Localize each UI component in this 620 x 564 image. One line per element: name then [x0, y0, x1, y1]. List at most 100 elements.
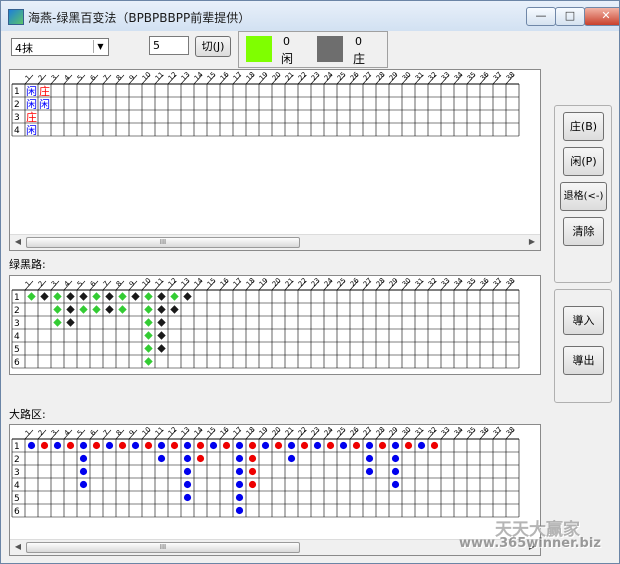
minimize-button[interactable]: — — [526, 7, 556, 26]
column-header: 13 — [180, 276, 192, 288]
cut-button[interactable]: 切(J) — [195, 36, 231, 57]
column-header: 21 — [284, 425, 296, 437]
window-title: 海燕-绿黑百变法（BPBPBBPP前辈提供） — [28, 11, 251, 25]
black-diamond — [105, 305, 114, 314]
export-button[interactable]: 導出 — [563, 346, 604, 375]
backspace-button[interactable]: 退格(<-) — [560, 182, 607, 211]
green-black-road-label: 绿黑路: — [9, 258, 46, 271]
blue-dot — [209, 441, 218, 450]
column-header: 16 — [219, 276, 231, 288]
count-input[interactable]: 5 — [149, 36, 189, 55]
player-label: 闲 — [281, 52, 294, 66]
green-black-road-grid: 1 2 3 4 5 6 7 8 9 10 11 12 13 14 15 16 17 18 19 20 21 22 23 24 2… — [11, 276, 520, 369]
column-header: 32 — [427, 70, 439, 82]
column-header: 16 — [219, 425, 231, 437]
blue-dot — [79, 441, 88, 450]
column-header: 34 — [453, 276, 465, 288]
scroll-thumb[interactable]: III — [26, 237, 300, 248]
column-header: 2 — [37, 429, 46, 438]
scroll-right-icon[interactable]: ▶ — [525, 236, 539, 248]
column-header: 23 — [310, 70, 322, 82]
red-dot — [196, 454, 205, 463]
column-header: 14 — [193, 70, 205, 82]
column-header: 6 — [89, 73, 98, 82]
close-button[interactable]: ✕ — [584, 7, 619, 26]
row-label: 5 — [14, 345, 20, 355]
column-header: 8 — [115, 74, 124, 83]
column-header: 11 — [154, 425, 166, 437]
banker-button[interactable]: 庄(B) — [563, 112, 604, 141]
column-header: 33 — [440, 70, 452, 82]
column-header: 25 — [336, 425, 348, 437]
clear-button[interactable]: 清除 — [563, 217, 604, 246]
column-header: 2 — [37, 74, 46, 83]
blue-dot — [183, 493, 192, 502]
green-diamond — [79, 305, 88, 314]
pattern-select[interactable]: 4抹 ▼ — [11, 38, 109, 56]
blue-dot — [79, 480, 88, 489]
column-header: 36 — [479, 425, 491, 437]
title-bar[interactable]: 海燕-绿黑百变法（BPBPBBPP前辈提供） — □ ✕ — [1, 1, 619, 31]
row-label: 3 — [14, 468, 20, 478]
row-label: 2 — [14, 455, 20, 465]
row-label: 4 — [14, 126, 20, 136]
blue-dot — [365, 454, 374, 463]
column-header: 37 — [492, 425, 504, 437]
chevron-down-icon[interactable]: ▼ — [93, 40, 107, 53]
green-diamond — [170, 292, 179, 301]
column-header: 17 — [232, 425, 244, 437]
scroll-left-icon[interactable]: ◀ — [11, 236, 25, 248]
column-header: 38 — [505, 425, 517, 437]
scroll-thumb[interactable]: III — [26, 542, 300, 553]
black-diamond — [157, 305, 166, 314]
red-dot — [222, 441, 231, 450]
blue-dot — [287, 454, 296, 463]
column-header: 27 — [362, 70, 374, 82]
column-header: 15 — [206, 276, 218, 288]
input-grid-scrollbar[interactable]: ◀ III ▶ — [10, 234, 540, 250]
column-header: 28 — [375, 70, 387, 82]
column-header: 34 — [453, 425, 465, 437]
blue-dot — [157, 454, 166, 463]
blue-dot — [365, 441, 374, 450]
column-header: 12 — [167, 425, 179, 437]
red-dot — [326, 441, 335, 450]
row-label: 4 — [14, 332, 20, 342]
banker-swatch — [317, 36, 343, 62]
banker-label: 庄 — [353, 52, 366, 66]
black-diamond — [157, 331, 166, 340]
maximize-button[interactable]: □ — [555, 7, 585, 26]
app-window: 海燕-绿黑百变法（BPBPBBPP前辈提供） — □ ✕ 4抹 ▼ 5 切(J)… — [0, 0, 620, 564]
column-header: 31 — [414, 425, 426, 437]
blue-dot — [391, 441, 400, 450]
column-header: 13 — [180, 70, 192, 82]
red-dot — [404, 441, 413, 450]
red-dot — [40, 441, 49, 450]
column-header: 11 — [154, 276, 166, 288]
scroll-left-icon[interactable]: ◀ — [11, 541, 25, 553]
import-button[interactable]: 導入 — [563, 306, 604, 335]
blue-dot — [157, 441, 166, 450]
blue-dot — [183, 467, 192, 476]
black-diamond — [40, 292, 49, 301]
column-header: 20 — [271, 276, 283, 288]
column-header: 8 — [115, 429, 124, 438]
blue-dot — [53, 441, 62, 450]
column-header: 33 — [440, 276, 452, 288]
red-dot — [430, 441, 439, 450]
blue-dot — [183, 480, 192, 489]
column-header: 26 — [349, 425, 361, 437]
column-header: 5 — [76, 429, 85, 438]
column-header: 12 — [167, 70, 179, 82]
column-header: 37 — [492, 70, 504, 82]
player-button[interactable]: 闲(P) — [563, 147, 604, 176]
blue-dot — [235, 506, 244, 515]
column-header: 17 — [232, 70, 244, 82]
red-dot — [248, 441, 257, 450]
black-diamond — [170, 305, 179, 314]
row-label: 5 — [14, 494, 20, 504]
column-header: 21 — [284, 276, 296, 288]
column-header: 22 — [297, 276, 309, 288]
column-header: 23 — [310, 276, 322, 288]
input-grid[interactable]: 1 2 3 4 5 6 7 8 9 10 11 12 13 14 15 16 17 18 19 20 21 22 23 24 2… — [10, 70, 540, 234]
